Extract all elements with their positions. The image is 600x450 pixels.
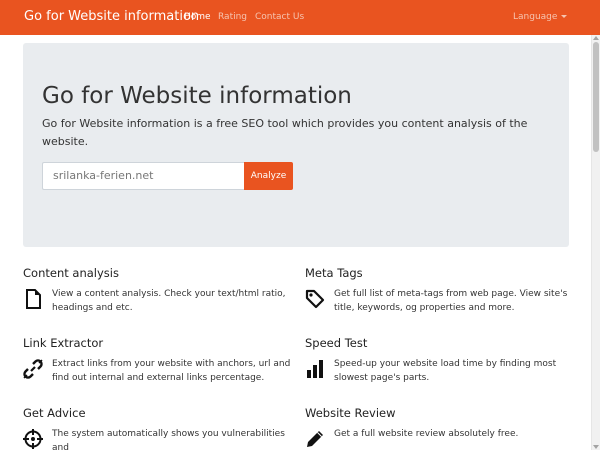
crosshair-icon xyxy=(23,429,43,449)
hero-title: Go for Website information xyxy=(42,83,352,109)
domain-input[interactable]: srilanka-ferien.net xyxy=(42,162,244,190)
feature-title: Get Advice xyxy=(23,406,86,420)
analyze-button[interactable]: Analyze xyxy=(244,162,293,190)
bar-chart-icon xyxy=(307,360,323,378)
link-icon xyxy=(23,359,43,379)
feature-description: Get a full website review absolutely fre… xyxy=(334,429,519,439)
hero-section: Go for Website information Go for Websit… xyxy=(23,43,569,247)
nav-link-rating[interactable]: Rating xyxy=(218,12,247,22)
feature-title: Content analysis xyxy=(23,266,119,280)
feature-title: Link Extractor xyxy=(23,336,104,350)
feature-description: Get full list of meta-tags from web page… xyxy=(334,289,568,313)
scrollbar-thumb[interactable] xyxy=(593,42,599,152)
feature-title: Meta Tags xyxy=(305,266,363,280)
nav-link-contact-us[interactable]: Contact Us xyxy=(255,12,304,22)
feature-description: The system automatically shows you vulne… xyxy=(52,429,285,450)
language-dropdown[interactable]: Language xyxy=(513,12,568,22)
language-label: Language xyxy=(513,12,558,22)
page-scrollbar[interactable] xyxy=(591,35,600,450)
scroll-down-arrow-icon[interactable] xyxy=(593,445,599,449)
top-navbar: Go for Website information Home Rating C… xyxy=(0,0,600,35)
brand-link[interactable]: Go for Website information xyxy=(24,9,199,24)
hero-description: Go for Website information is a free SEO… xyxy=(42,117,528,148)
tag-icon xyxy=(305,289,325,309)
document-icon xyxy=(26,289,41,309)
nav-link-home[interactable]: Home xyxy=(184,12,211,22)
feature-description: Speed-up your website load time by findi… xyxy=(334,359,557,383)
feature-title: Website Review xyxy=(305,406,396,420)
feature-description: View a content analysis. Check your text… xyxy=(52,289,286,313)
caret-down-icon xyxy=(561,15,568,18)
pencil-icon xyxy=(307,431,323,447)
feature-description: Extract links from your website with anc… xyxy=(52,359,291,383)
scroll-up-arrow-icon[interactable] xyxy=(593,36,599,40)
feature-title: Speed Test xyxy=(305,336,368,350)
